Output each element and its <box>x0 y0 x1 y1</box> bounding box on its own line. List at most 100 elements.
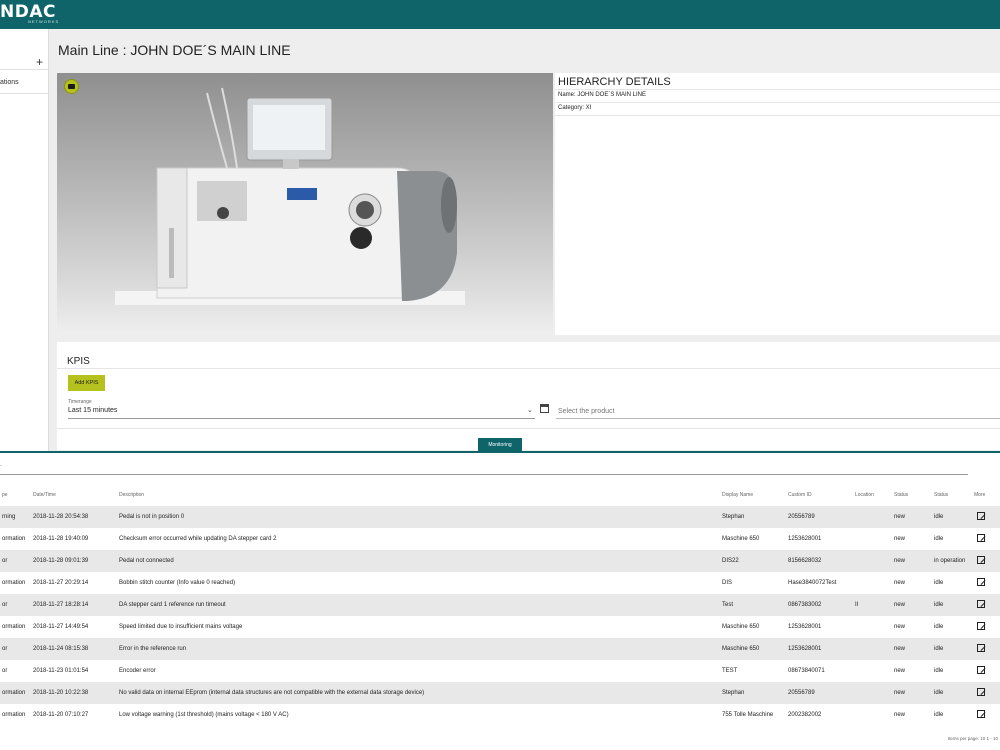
cell-desc: Pedal not connected <box>117 550 720 572</box>
column-header[interactable]: Status <box>932 484 972 506</box>
column-header[interactable]: Custom ID <box>786 484 853 506</box>
cell-cid: 1253628001 <box>788 536 822 542</box>
edit-icon[interactable] <box>977 556 985 564</box>
product-select[interactable]: Select the product <box>558 408 614 415</box>
cell-type: rning <box>0 506 31 528</box>
edit-icon[interactable] <box>977 600 985 608</box>
image-button[interactable] <box>64 79 79 94</box>
timerange-select[interactable]: Last 15 minutes <box>68 407 117 414</box>
divider <box>555 115 1000 116</box>
cell-status1: new <box>894 668 906 674</box>
cell-desc: Pedal is not in position 0 <box>117 506 720 528</box>
edit-icon[interactable] <box>977 534 985 542</box>
cell-device: Maschine 650 <box>720 638 786 660</box>
table-row[interactable]: or 2018-11-23 01:01:54 Encoder error TEST 08… <box>0 660 1000 682</box>
cell-date: 2018-11-27 18:28:14 <box>31 594 117 616</box>
timerange-label: Timerange <box>68 399 92 405</box>
cell-status2: idle <box>932 506 972 528</box>
edit-icon[interactable] <box>977 622 985 630</box>
cell-more <box>972 682 1000 704</box>
machine-image <box>57 73 553 335</box>
cell-status2: idle <box>934 668 944 674</box>
column-header[interactable]: pe <box>0 484 31 506</box>
column-header[interactable]: Display Name <box>720 484 786 506</box>
cell-more <box>972 638 1000 660</box>
chevron-down-icon[interactable]: ⌄ <box>527 406 533 414</box>
cell-desc: DA stepper card 1 reference run timeout <box>117 594 720 616</box>
cell-status2: idle <box>932 682 972 704</box>
top-bar: NDAC NETWORKS <box>0 0 1000 29</box>
events-table: pe Date/Time Description Display Name Cu… <box>0 484 1000 726</box>
cell-date: 2018-11-24 08:15:38 <box>31 638 117 660</box>
monitoring-button[interactable]: Monitoring <box>478 438 522 451</box>
table-row[interactable]: ormation 2018-11-27 14:49:54 Speed limited… <box>0 616 1000 638</box>
cell-type: ormation <box>2 536 26 542</box>
cell-status1: new <box>892 638 932 660</box>
table-row[interactable]: rning 2018-11-28 20:54:38 Pedal is not in … <box>0 506 1000 528</box>
kpis-title: KPIS <box>67 356 90 367</box>
cell-loc <box>853 528 892 550</box>
sidebar: + ations <box>0 29 49 451</box>
edit-icon[interactable] <box>977 688 985 696</box>
cell-loc <box>853 638 892 660</box>
cell-type: or <box>0 550 31 572</box>
cell-desc: Bobbin stitch counter (Info value 0 reac… <box>119 580 236 586</box>
cell-status1: new <box>894 580 906 586</box>
divider <box>0 69 48 70</box>
cell-more <box>972 660 1000 682</box>
cell-status1: new <box>892 506 932 528</box>
column-header[interactable]: Date/Time <box>31 484 117 506</box>
search-icon[interactable]: . <box>0 461 2 468</box>
product-underline <box>556 418 1000 419</box>
plus-icon[interactable]: + <box>36 55 43 69</box>
cell-desc: Checksum error occurred while updating D… <box>119 536 277 542</box>
cell-loc <box>853 572 892 594</box>
cell-cid: Hase3840072Test <box>788 580 837 586</box>
table-row[interactable]: ormation 2018-11-28 19:40:09 Checksum erro… <box>0 528 1000 550</box>
cell-status1: new <box>892 550 932 572</box>
cell-desc: Speed limited due to insufficient mains … <box>119 624 243 630</box>
cell-desc: Error in the reference run <box>117 638 720 660</box>
cell-desc: Encoder error <box>119 668 156 674</box>
cell-date: 2018-11-20 07:10:27 <box>33 712 89 718</box>
cell-cid: 8156628032 <box>786 550 853 572</box>
cell-status2: idle <box>932 638 972 660</box>
cell-loc <box>853 550 892 572</box>
divider <box>555 89 1000 90</box>
column-header[interactable]: Status <box>892 484 932 506</box>
cell-cid: 0867383002 <box>786 594 853 616</box>
edit-icon[interactable] <box>977 578 985 586</box>
calendar-icon[interactable] <box>540 404 549 413</box>
cell-type: or <box>2 668 8 674</box>
hierarchy-title: HIERARCHY DETAILS <box>558 76 671 88</box>
cell-loc <box>853 682 892 704</box>
cell-status2: in operation <box>932 550 972 572</box>
cell-type: or <box>0 594 31 616</box>
page-title: Main Line : JOHN DOE´S MAIN LINE <box>58 42 291 58</box>
cell-cid: 20556789 <box>786 506 853 528</box>
table-row[interactable]: or 2018-11-28 09:01:39 Pedal not connected… <box>0 550 1000 572</box>
edit-icon[interactable] <box>977 512 985 520</box>
search-input[interactable] <box>0 474 968 475</box>
table-row[interactable]: ormation 2018-11-20 10:22:38 No valid data… <box>0 682 1000 704</box>
add-kpis-button[interactable]: Add KPIS <box>68 375 105 391</box>
edit-icon[interactable] <box>977 666 985 674</box>
cell-date: 2018-11-28 09:01:39 <box>31 550 117 572</box>
cell-status2: idle <box>934 580 944 586</box>
logo-subtitle: NETWORKS <box>28 19 60 24</box>
cell-desc: No valid data on internal EEprom (intern… <box>117 682 720 704</box>
column-header[interactable]: Description <box>117 484 720 506</box>
table-row[interactable]: ormation 2018-11-27 20:29:14 Bobbin stitch… <box>0 572 1000 594</box>
sidebar-item-operations[interactable]: ations <box>0 79 19 86</box>
table-row[interactable]: or 2018-11-24 08:15:38 Error in the refere… <box>0 638 1000 660</box>
cell-status2: idle <box>934 624 944 630</box>
cell-status1: new <box>892 682 932 704</box>
column-header[interactable]: Location <box>853 484 892 506</box>
table-row[interactable]: or 2018-11-27 18:28:14 DA stepper card 1 r… <box>0 594 1000 616</box>
table-row[interactable]: ormation 2018-11-20 07:10:27 Low voltage w… <box>0 704 1000 726</box>
image-icon <box>68 84 75 89</box>
edit-icon[interactable] <box>977 644 985 652</box>
cell-cid: 1253628001 <box>786 638 853 660</box>
edit-icon[interactable] <box>977 710 985 718</box>
cell-cid: 20556789 <box>786 682 853 704</box>
